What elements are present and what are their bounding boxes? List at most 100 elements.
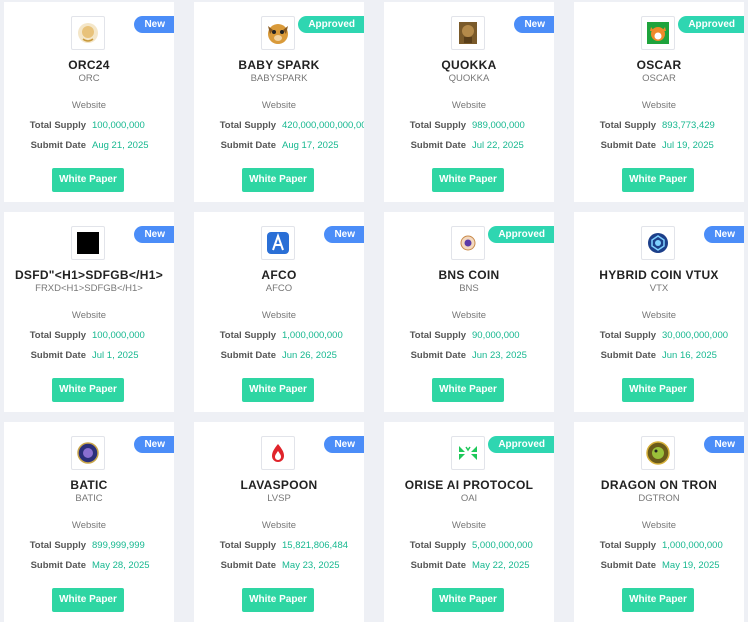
token-name: OSCAR bbox=[636, 58, 682, 72]
submit-date-label: Submit Date bbox=[220, 560, 276, 571]
batic-logo-icon bbox=[71, 436, 105, 470]
website-link[interactable]: Website bbox=[574, 100, 744, 111]
website-link[interactable]: Website bbox=[4, 100, 174, 111]
token-symbol: BABYSPARK bbox=[250, 73, 308, 84]
white-paper-button[interactable]: White Paper bbox=[432, 588, 504, 612]
website-link[interactable]: Website bbox=[384, 520, 554, 531]
website-link[interactable]: Website bbox=[194, 520, 364, 531]
total-supply-label: Total Supply bbox=[29, 330, 86, 341]
token-card[interactable]: Approved BABY SPARK BABYSPARK Website To… bbox=[194, 2, 364, 202]
submit-date-value: Jun 23, 2025 bbox=[472, 350, 527, 361]
token-symbol: LVSP bbox=[267, 493, 291, 504]
token-card[interactable]: Approved OSCAR OSCAR Website Total Suppl… bbox=[574, 2, 744, 202]
submit-date-row: Submit Date Jun 26, 2025 bbox=[194, 350, 364, 362]
white-paper-button[interactable]: White Paper bbox=[52, 168, 124, 192]
white-paper-button[interactable]: White Paper bbox=[52, 588, 124, 612]
submit-date-row: Submit Date Jun 23, 2025 bbox=[384, 350, 554, 362]
token-card[interactable]: Approved ORISE AI PROTOCOL OAI Website T… bbox=[384, 422, 554, 622]
status-badge: Approved bbox=[678, 16, 744, 33]
token-name: DSFD"<H1>SDFGB</H1> bbox=[14, 268, 164, 282]
token-symbol: AFCO bbox=[265, 283, 293, 294]
white-paper-button[interactable]: White Paper bbox=[622, 378, 694, 402]
total-supply-row: Total Supply 100,000,000 bbox=[4, 120, 174, 132]
website-link[interactable]: Website bbox=[194, 100, 364, 111]
website-link[interactable]: Website bbox=[574, 520, 744, 531]
submit-date-row: Submit Date Jul 19, 2025 bbox=[574, 140, 744, 152]
white-paper-button[interactable]: White Paper bbox=[622, 168, 694, 192]
token-symbol: VTX bbox=[649, 283, 669, 294]
token-symbol: BATIC bbox=[75, 493, 103, 504]
token-card[interactable]: New QUOKKA QUOKKA Website Total Supply 9… bbox=[384, 2, 554, 202]
total-supply-label: Total Supply bbox=[219, 330, 276, 341]
submit-date-value: Jul 22, 2025 bbox=[472, 140, 524, 151]
website-link[interactable]: Website bbox=[4, 520, 174, 531]
submit-date-label: Submit Date bbox=[600, 350, 656, 361]
white-paper-button[interactable]: White Paper bbox=[622, 588, 694, 612]
submit-date-value: Jul 19, 2025 bbox=[662, 140, 714, 151]
submit-date-value: Jun 16, 2025 bbox=[662, 350, 717, 361]
status-badge: Approved bbox=[298, 16, 364, 33]
status-badge: Approved bbox=[488, 436, 554, 453]
token-name: BNS COIN bbox=[438, 268, 500, 282]
submit-date-value: Aug 17, 2025 bbox=[282, 140, 339, 151]
token-card[interactable]: New ORC24 ORC Website Total Supply 100,0… bbox=[4, 2, 174, 202]
total-supply-value: 1,000,000,000 bbox=[662, 540, 723, 551]
afco-logo-icon bbox=[261, 226, 295, 260]
white-paper-button[interactable]: White Paper bbox=[432, 168, 504, 192]
total-supply-label: Total Supply bbox=[599, 330, 656, 341]
orc24-logo-icon bbox=[71, 16, 105, 50]
submit-date-value: Jun 26, 2025 bbox=[282, 350, 337, 361]
white-paper-button[interactable]: White Paper bbox=[242, 168, 314, 192]
token-symbol: OAI bbox=[460, 493, 478, 504]
orise-logo-icon bbox=[451, 436, 485, 470]
status-badge: New bbox=[704, 226, 744, 243]
token-symbol: BNS bbox=[459, 283, 479, 294]
total-supply-label: Total Supply bbox=[409, 120, 466, 131]
token-card[interactable]: New DRAGON ON TRON DGTRON Website Total … bbox=[574, 422, 744, 622]
total-supply-value: 989,000,000 bbox=[472, 120, 525, 131]
website-link[interactable]: Website bbox=[4, 310, 174, 321]
token-name: ORISE AI PROTOCOL bbox=[404, 478, 534, 492]
white-paper-button[interactable]: White Paper bbox=[242, 378, 314, 402]
submit-date-row: Submit Date Jul 1, 2025 bbox=[4, 350, 174, 362]
total-supply-row: Total Supply 100,000,000 bbox=[4, 330, 174, 342]
token-card[interactable]: New BATIC BATIC Website Total Supply 899… bbox=[4, 422, 174, 622]
website-link[interactable]: Website bbox=[194, 310, 364, 321]
token-symbol: FRXD<H1>SDFGB</H1> bbox=[35, 283, 143, 294]
black-square-logo-icon bbox=[71, 226, 105, 260]
submit-date-row: Submit Date Jun 16, 2025 bbox=[574, 350, 744, 362]
submit-date-label: Submit Date bbox=[220, 350, 276, 361]
total-supply-value: 899,999,999 bbox=[92, 540, 145, 551]
token-card[interactable]: New LAVASPOON LVSP Website Total Supply … bbox=[194, 422, 364, 622]
token-name: AFCO bbox=[261, 268, 297, 282]
website-link[interactable]: Website bbox=[574, 310, 744, 321]
website-link[interactable]: Website bbox=[384, 310, 554, 321]
quokka-logo-icon bbox=[451, 16, 485, 50]
token-card[interactable]: Approved BNS COIN BNS Website Total Supp… bbox=[384, 212, 554, 412]
token-name: ORC24 bbox=[68, 58, 110, 72]
total-supply-value: 100,000,000 bbox=[92, 120, 145, 131]
total-supply-row: Total Supply 5,000,000,000 bbox=[384, 540, 554, 552]
token-card[interactable]: New HYBRID COIN VTUX VTX Website Total S… bbox=[574, 212, 744, 412]
white-paper-button[interactable]: White Paper bbox=[52, 378, 124, 402]
submit-date-row: Submit Date May 22, 2025 bbox=[384, 560, 554, 572]
status-badge: New bbox=[324, 436, 364, 453]
total-supply-value: 100,000,000 bbox=[92, 330, 145, 341]
submit-date-value: May 19, 2025 bbox=[662, 560, 720, 571]
white-paper-button[interactable]: White Paper bbox=[432, 378, 504, 402]
total-supply-value: 893,773,429 bbox=[662, 120, 715, 131]
submit-date-label: Submit Date bbox=[600, 140, 656, 151]
token-name: BABY SPARK bbox=[238, 58, 320, 72]
total-supply-label: Total Supply bbox=[29, 540, 86, 551]
submit-date-label: Submit Date bbox=[220, 140, 276, 151]
website-link[interactable]: Website bbox=[384, 100, 554, 111]
total-supply-row: Total Supply 1,000,000,000 bbox=[194, 330, 364, 342]
status-badge: New bbox=[134, 16, 174, 33]
white-paper-button[interactable]: White Paper bbox=[242, 588, 314, 612]
token-card[interactable]: New AFCO AFCO Website Total Supply 1,000… bbox=[194, 212, 364, 412]
submit-date-value: Aug 21, 2025 bbox=[92, 140, 149, 151]
shiba-logo-icon bbox=[641, 16, 675, 50]
token-card[interactable]: New DSFD"<H1>SDFGB</H1> FRXD<H1>SDFGB</H… bbox=[4, 212, 174, 412]
submit-date-row: Submit Date Aug 17, 2025 bbox=[194, 140, 364, 152]
submit-date-label: Submit Date bbox=[30, 350, 86, 361]
